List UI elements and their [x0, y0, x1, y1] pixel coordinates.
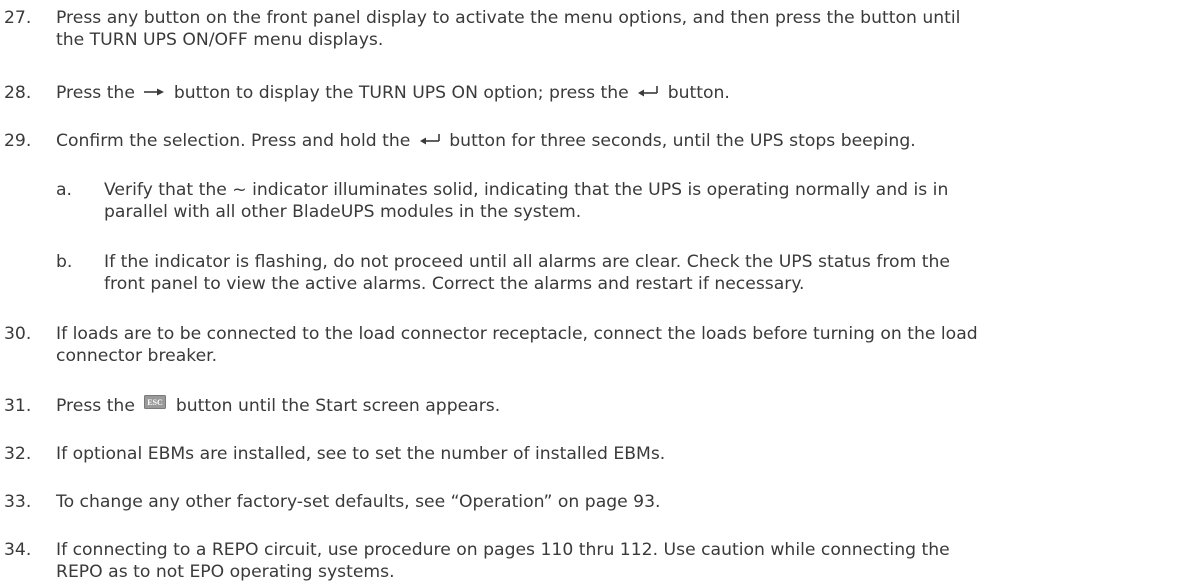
step-text: Confirm the selection. Press and hold th…	[56, 130, 1180, 152]
enter-arrow-icon	[638, 86, 659, 97]
step-number: 29.	[4, 131, 32, 151]
step-text-line: To change any other factory-set defaults…	[56, 492, 661, 512]
step-text-line: Press any button on the front panel disp…	[56, 8, 961, 28]
step-text: If loads are to be connected to the load…	[56, 323, 1180, 367]
step-text-segment: button.	[667, 83, 730, 103]
step-text-line: the TURN UPS ON/OFF menu displays.	[56, 30, 384, 50]
step-text-line: front panel to view the active alarms. C…	[104, 274, 805, 294]
step-text-segment: Press the	[56, 83, 135, 103]
step-text: If optional EBMs are installed, see to s…	[56, 443, 1180, 465]
step-text-line: If connecting to a REPO circuit, use pro…	[56, 540, 950, 560]
step-text: Press the ESC button until the Start scr…	[56, 395, 1180, 417]
step-number: 34.	[4, 540, 32, 560]
step-text-segment: Press the	[56, 396, 135, 416]
esc-key-label: ESC	[148, 398, 164, 407]
step-text-line: parallel with all other BladeUPS modules…	[104, 202, 582, 222]
step-text-line: If optional EBMs are installed, see to s…	[56, 444, 666, 464]
step-number: 33.	[4, 492, 32, 512]
step-text-line: connector breaker.	[56, 346, 218, 366]
esc-key-icon: ESC	[144, 395, 167, 409]
step-text: If connecting to a REPO circuit, use pro…	[56, 539, 1180, 583]
substep-text: If the indicator is flashing, do not pro…	[104, 251, 1180, 295]
step-number: 27.	[4, 8, 32, 28]
instruction-document: 27. Press any button on the front panel …	[0, 0, 1183, 588]
enter-arrow-icon	[419, 134, 440, 145]
step-text-segment: button to display the TURN UPS ON option…	[173, 83, 629, 103]
right-arrow-icon	[144, 88, 165, 96]
step-number: 32.	[4, 444, 32, 464]
substep-text: Verify that the ~ indicator illuminates …	[104, 179, 1180, 223]
step-number: 31.	[4, 396, 32, 416]
step-text-segment: button for three seconds, until the UPS …	[449, 131, 916, 151]
step-text: Press the button to display the TURN UPS…	[56, 82, 1180, 104]
step-text-line: If loads are to be connected to the load…	[56, 324, 978, 344]
step-text-segment: button until the Start screen appears.	[175, 396, 501, 416]
step-number: 30.	[4, 324, 32, 344]
step-text-line: REPO as to not EPO operating systems.	[56, 562, 395, 582]
step-text-line: Verify that the ~ indicator illuminates …	[104, 180, 949, 200]
step-text: Press any button on the front panel disp…	[56, 7, 1180, 51]
step-text-segment: Confirm the selection. Press and hold th…	[56, 131, 411, 151]
step-text: To change any other factory-set defaults…	[56, 491, 1180, 513]
step-number: 28.	[4, 83, 32, 103]
substep-letter: a.	[56, 180, 72, 200]
substep-letter: b.	[56, 252, 73, 272]
step-text-line: If the indicator is flashing, do not pro…	[104, 252, 950, 272]
